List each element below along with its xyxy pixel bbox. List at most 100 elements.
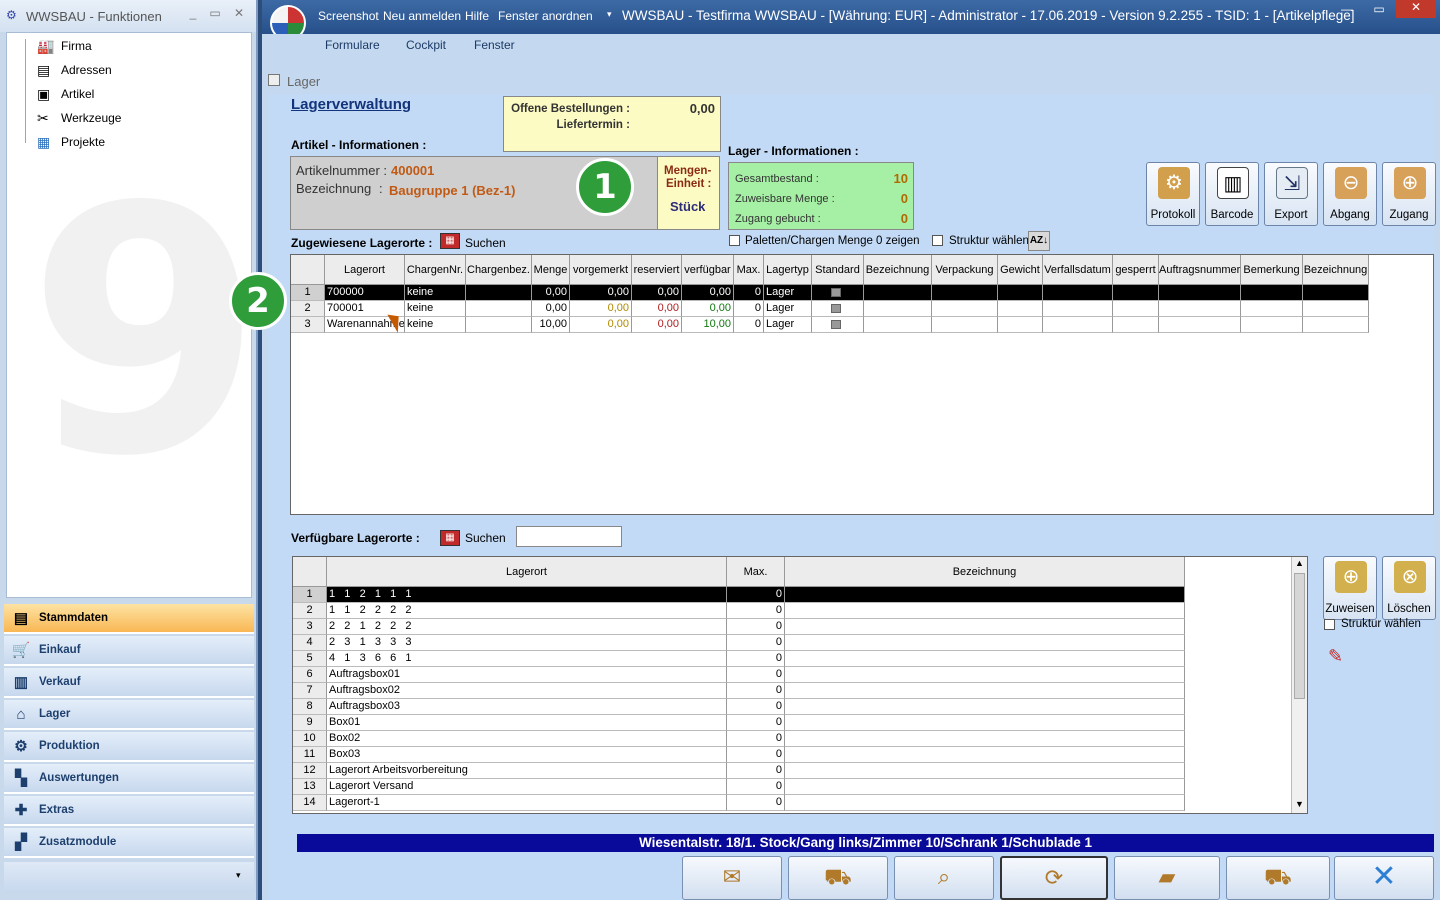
menu-neu-anmelden[interactable]: Neu anmelden (383, 9, 461, 23)
column-header[interactable]: Bezeichnung (1303, 255, 1369, 285)
nav-extras[interactable]: ✚ Extras (4, 796, 254, 826)
cell-reserviert[interactable]: 0,00 (632, 301, 682, 317)
cell-chargenbez[interactable] (466, 301, 532, 317)
cell-empty[interactable] (1113, 317, 1159, 333)
cell-lagerort[interactable]: 2 2 1 2 2 2 (327, 619, 727, 635)
cell-bezeichnung[interactable] (785, 667, 1185, 683)
nav-lager[interactable]: ⌂ Lager (4, 700, 254, 730)
cell-empty[interactable] (932, 285, 998, 301)
menu-cockpit[interactable]: Cockpit (406, 38, 446, 52)
cell-lagerort[interactable]: Auftragsbox02 (327, 683, 727, 699)
column-header[interactable]: Lagertyp (764, 255, 812, 285)
column-header[interactable]: Chargenbez. (466, 255, 532, 285)
menu-screenshot[interactable]: Screenshot (318, 9, 379, 23)
cell-empty[interactable] (1303, 285, 1369, 301)
cell-vorgemerkt[interactable]: 0,00 (570, 285, 632, 301)
column-header[interactable]: Max. (727, 557, 785, 587)
scrollbar-thumb[interactable] (1294, 573, 1305, 699)
search-icon[interactable]: ▦ (440, 233, 460, 249)
nav-auswertungen[interactable]: ▚ Auswertungen (4, 764, 254, 794)
struktur-checkbox[interactable] (932, 235, 943, 246)
cell-max[interactable]: 0 (727, 699, 785, 715)
cell-lagerort[interactable]: Lagerort Arbeitsvorbereitung (327, 763, 727, 779)
column-header[interactable]: reserviert (632, 255, 682, 285)
bottom-close-button[interactable]: ✕ (1334, 856, 1434, 900)
bottom-refresh-button[interactable]: ⟳ (1000, 856, 1108, 900)
cell-verfuegbar[interactable]: 0,00 (682, 285, 734, 301)
column-header[interactable]: Menge (532, 255, 570, 285)
cell-menge[interactable]: 10,00 (532, 317, 570, 333)
cell-bezeichnung[interactable] (785, 651, 1185, 667)
cell-lagerort[interactable]: 2 3 1 3 3 3 (327, 635, 727, 651)
cell-max[interactable]: 0 (727, 715, 785, 731)
cell-empty[interactable] (1043, 285, 1113, 301)
clear-filter-icon[interactable]: ✎ (1328, 646, 1343, 667)
cell-empty[interactable] (1241, 301, 1303, 317)
cell-empty[interactable] (998, 285, 1043, 301)
cell-bezeichnung[interactable] (785, 699, 1185, 715)
cell-bezeichnung[interactable] (785, 795, 1185, 811)
cell-max[interactable]: 0 (727, 763, 785, 779)
cell-lagerort[interactable]: 1 1 2 1 1 1 (327, 587, 727, 603)
cell-empty[interactable] (932, 317, 998, 333)
standard-checkbox[interactable] (831, 320, 841, 329)
sort-az-icon[interactable]: AZ↓ (1028, 231, 1050, 251)
search-available-button[interactable]: Suchen (465, 531, 506, 545)
cell-lagerort[interactable]: 1 1 2 2 2 2 (327, 603, 727, 619)
column-header[interactable]: Standard (812, 255, 864, 285)
bottom-search-button[interactable]: ⌕ (894, 856, 994, 900)
chevron-down-icon[interactable]: ▾ (236, 870, 241, 881)
cell-vorgemerkt[interactable]: 0,00 (570, 317, 632, 333)
cell-empty[interactable] (864, 285, 932, 301)
bottom-forklift-button[interactable]: ⛟ (788, 856, 888, 900)
cell-max[interactable]: 0 (727, 779, 785, 795)
cell-max[interactable]: 0 (727, 619, 785, 635)
zuweisen-button[interactable]: ⊕ Zuweisen (1323, 556, 1377, 620)
cell-max[interactable]: 0 (734, 301, 764, 317)
cell-empty[interactable] (864, 317, 932, 333)
cell-empty[interactable] (998, 317, 1043, 333)
column-header[interactable]: Auftragsnummer (1159, 255, 1241, 285)
cell-lagerort[interactable]: Box02 (327, 731, 727, 747)
abgang-button[interactable]: ⊖ Abgang (1323, 162, 1377, 226)
cell-typ[interactable]: Lager (764, 317, 812, 333)
nav-einkauf[interactable]: 🛒 Einkauf (4, 636, 254, 666)
cell-verfuegbar[interactable]: 10,00 (682, 317, 734, 333)
cell-empty[interactable] (1303, 301, 1369, 317)
cell-chargenbez[interactable] (466, 285, 532, 301)
column-header[interactable]: Verfallsdatum (1043, 255, 1113, 285)
tree-item-adressen[interactable]: ▤ Adressen (37, 59, 237, 81)
cell-standard[interactable] (812, 301, 864, 317)
search-assigned-button[interactable]: Suchen (465, 236, 506, 250)
chevron-down-icon[interactable]: ▾ (607, 9, 612, 20)
cell-empty[interactable] (1043, 317, 1113, 333)
cell-max[interactable]: 0 (727, 587, 785, 603)
column-header[interactable]: gesperrt (1113, 255, 1159, 285)
tree-item-artikel[interactable]: ▣ Artikel (37, 83, 237, 105)
nav-stammdaten[interactable]: ▤ Stammdaten (4, 604, 254, 634)
tree-item-werkzeuge[interactable]: ✂ Werkzeuge (37, 107, 237, 129)
maximize-icon[interactable]: ▭ (206, 6, 224, 22)
column-header[interactable]: ChargenNr. (405, 255, 466, 285)
cell-empty[interactable] (864, 301, 932, 317)
cell-empty[interactable] (1159, 301, 1241, 317)
column-header[interactable]: Lagerort (327, 557, 727, 587)
tree-item-firma[interactable]: 🏭 Firma (37, 35, 237, 57)
standard-checkbox[interactable] (831, 304, 841, 313)
cell-empty[interactable] (1159, 285, 1241, 301)
zugang-button[interactable]: ⊕ Zugang (1382, 162, 1436, 226)
search-icon[interactable]: ▦ (440, 530, 460, 546)
cell-max[interactable]: 0 (734, 285, 764, 301)
nav-verkauf[interactable]: ▥ Verkauf (4, 668, 254, 698)
cell-max[interactable]: 0 (727, 731, 785, 747)
cell-max[interactable]: 0 (727, 651, 785, 667)
menu-fenster[interactable]: Fenster (474, 38, 515, 52)
paletten-checkbox[interactable] (729, 235, 740, 246)
struktur2-checkbox[interactable] (1324, 619, 1335, 630)
cell-bezeichnung[interactable] (785, 779, 1185, 795)
cell-empty[interactable] (1241, 317, 1303, 333)
cell-lagerort[interactable]: Lagerort-1 (327, 795, 727, 811)
menu-fenster-anordnen[interactable]: Fenster anordnen (498, 9, 593, 23)
column-header[interactable]: Bezeichnung (864, 255, 932, 285)
cell-max[interactable]: 0 (727, 667, 785, 683)
